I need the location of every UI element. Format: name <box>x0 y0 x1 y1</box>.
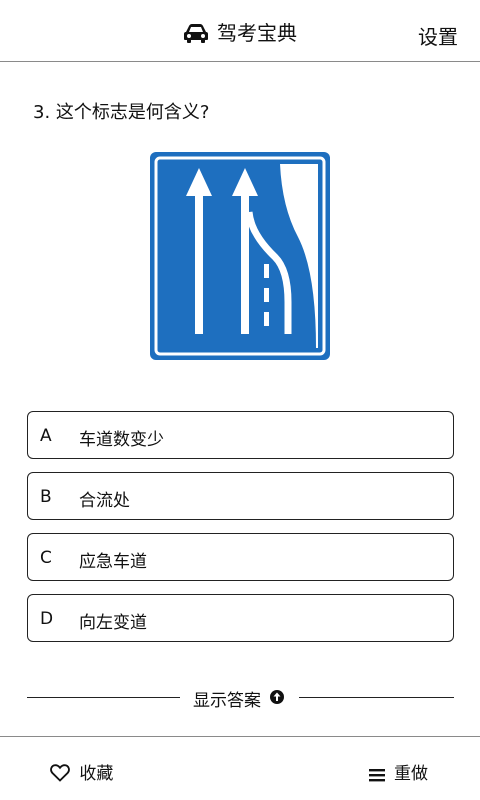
heart-icon <box>50 764 79 784</box>
settings-button[interactable]: 设置 <box>418 21 458 50</box>
redo-button[interactable]: 重做 <box>368 759 428 784</box>
car-icon <box>183 23 209 48</box>
menu-icon <box>368 764 394 784</box>
option-letter: D <box>40 609 54 629</box>
option-a[interactable]: A 车道数变少 <box>27 411 454 459</box>
answer-options: A 车道数变少 B 合流处 C 应急车道 D 向左变道 <box>27 411 454 655</box>
favorite-button[interactable]: 收藏 <box>50 759 113 784</box>
bottom-bar: 收藏 重做 <box>0 736 480 800</box>
option-text: 合流处 <box>79 491 130 511</box>
divider-line <box>299 697 454 698</box>
divider-line <box>27 697 180 698</box>
arrow-up-circle-icon[interactable] <box>269 689 285 709</box>
option-text: 向左变道 <box>79 613 147 633</box>
option-text: 车道数变少 <box>79 430 164 450</box>
favorite-label: 收藏 <box>79 764 114 784</box>
lane-reduction-sign-image <box>150 152 330 360</box>
option-text: 应急车道 <box>79 552 147 572</box>
option-letter: A <box>40 426 52 446</box>
app-title: 驾考宝典 <box>0 17 480 48</box>
option-c[interactable]: C 应急车道 <box>27 533 454 581</box>
show-answer-bar: 显示答案 <box>27 686 454 711</box>
app-header: 驾考宝典 设置 <box>0 0 480 62</box>
option-letter: B <box>40 487 52 507</box>
app-title-text: 驾考宝典 <box>217 21 297 45</box>
question-text: 3. 这个标志是何含义? <box>33 102 210 123</box>
show-answer-button[interactable]: 显示答案 <box>193 686 261 711</box>
redo-label: 重做 <box>394 764 428 784</box>
option-letter: C <box>40 548 52 568</box>
option-d[interactable]: D 向左变道 <box>27 594 454 642</box>
option-b[interactable]: B 合流处 <box>27 472 454 520</box>
